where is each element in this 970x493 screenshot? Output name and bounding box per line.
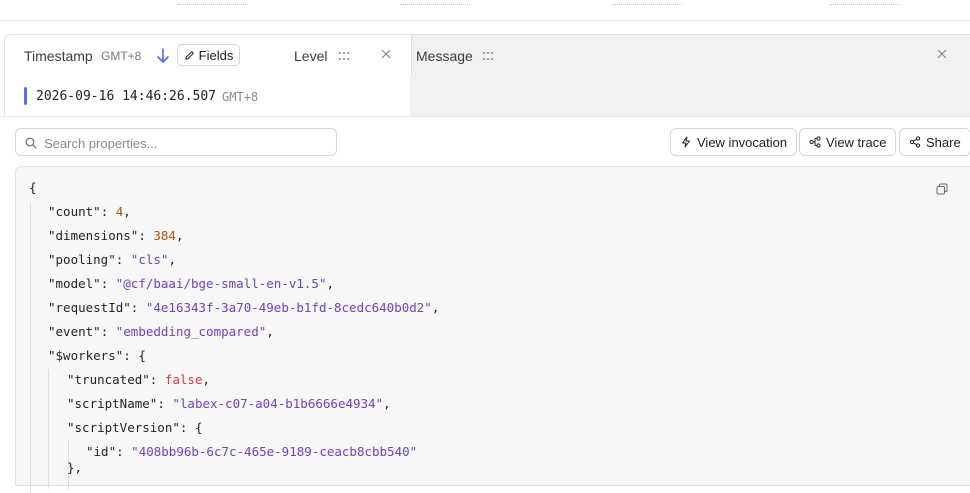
view-invocation-button[interactable]: View invocation [670, 128, 798, 156]
search-icon [25, 137, 37, 149]
fields-label: Fields [198, 47, 234, 63]
pencil-icon [184, 50, 194, 60]
close-icon[interactable] [937, 49, 947, 59]
divider [830, 0, 900, 5]
column-level[interactable]: Level [294, 48, 327, 64]
column-message[interactable]: Message [416, 48, 473, 64]
drag-handle-icon[interactable] [338, 51, 350, 61]
json-viewer: { "count": 4, "dimensions": 384, "poolin… [15, 166, 970, 493]
json-line: "requestId": "4e16343f-3a70-49eb-b1fd-8c… [48, 300, 440, 315]
view-trace-button[interactable]: View trace [799, 128, 897, 156]
fields-button[interactable]: Fields [177, 44, 240, 66]
drag-handle-icon[interactable] [482, 51, 494, 61]
json-line: "scriptVersion": { [67, 420, 203, 435]
header-left-group: Timestamp GMT+8 Fields Level [5, 35, 411, 76]
json-line: "scriptName": "labex-c07-a04-b1b6666e493… [67, 396, 391, 411]
header-right-group: Message [411, 35, 970, 76]
share-label: Share [926, 134, 961, 150]
top-strip [0, 0, 970, 21]
log-row-message-cell [410, 76, 970, 116]
row-timestamp: 2026-09-16 14:46:26.507 [36, 89, 217, 104]
view-trace-label: View trace [826, 134, 887, 150]
view-invocation-label: View invocation [697, 134, 788, 150]
json-line: "dimensions": 384, [48, 228, 184, 243]
row-timezone: GMT+8 [222, 90, 259, 104]
json-line: { [29, 180, 37, 195]
divider [178, 0, 248, 5]
json-line: "count": 4, [48, 204, 131, 219]
log-table-header: Timestamp GMT+8 Fields Level Message [4, 34, 970, 77]
json-line: "event": "embedding_compared", [48, 324, 274, 339]
log-row-timestamp-cell: 2026-09-16 14:46:26.507 GMT+8 [4, 76, 410, 116]
trace-icon [809, 136, 821, 148]
timezone-label: GMT+8 [101, 49, 142, 63]
share-icon [909, 136, 921, 148]
column-timestamp[interactable]: Timestamp [24, 48, 93, 64]
log-row[interactable]: 2026-09-16 14:46:26.507 GMT+8 [4, 76, 970, 116]
lightning-icon [682, 136, 690, 148]
indent-guide [30, 203, 31, 493]
level-indicator [24, 87, 27, 105]
share-button[interactable]: Share [899, 128, 970, 156]
search-input[interactable] [42, 132, 336, 154]
divider [400, 0, 470, 5]
sort-descending-icon[interactable] [156, 47, 170, 65]
json-line: "id": "408bb96b-6c7c-465e-9189-ceacb8cbb… [86, 444, 418, 459]
json-line: "truncated": false, [67, 372, 211, 387]
json-line: "pooling": "cls", [48, 252, 176, 267]
divider [0, 116, 970, 117]
json-line: "$workers": { [48, 348, 146, 363]
indent-guide [48, 369, 49, 489]
search-properties-field[interactable] [15, 128, 337, 156]
close-icon[interactable] [381, 49, 391, 59]
divider [612, 0, 682, 5]
json-line: }, [67, 460, 83, 475]
copy-icon[interactable] [936, 183, 948, 195]
json-line: "model": "@cf/baai/bge-small-en-v1.5", [48, 276, 334, 291]
